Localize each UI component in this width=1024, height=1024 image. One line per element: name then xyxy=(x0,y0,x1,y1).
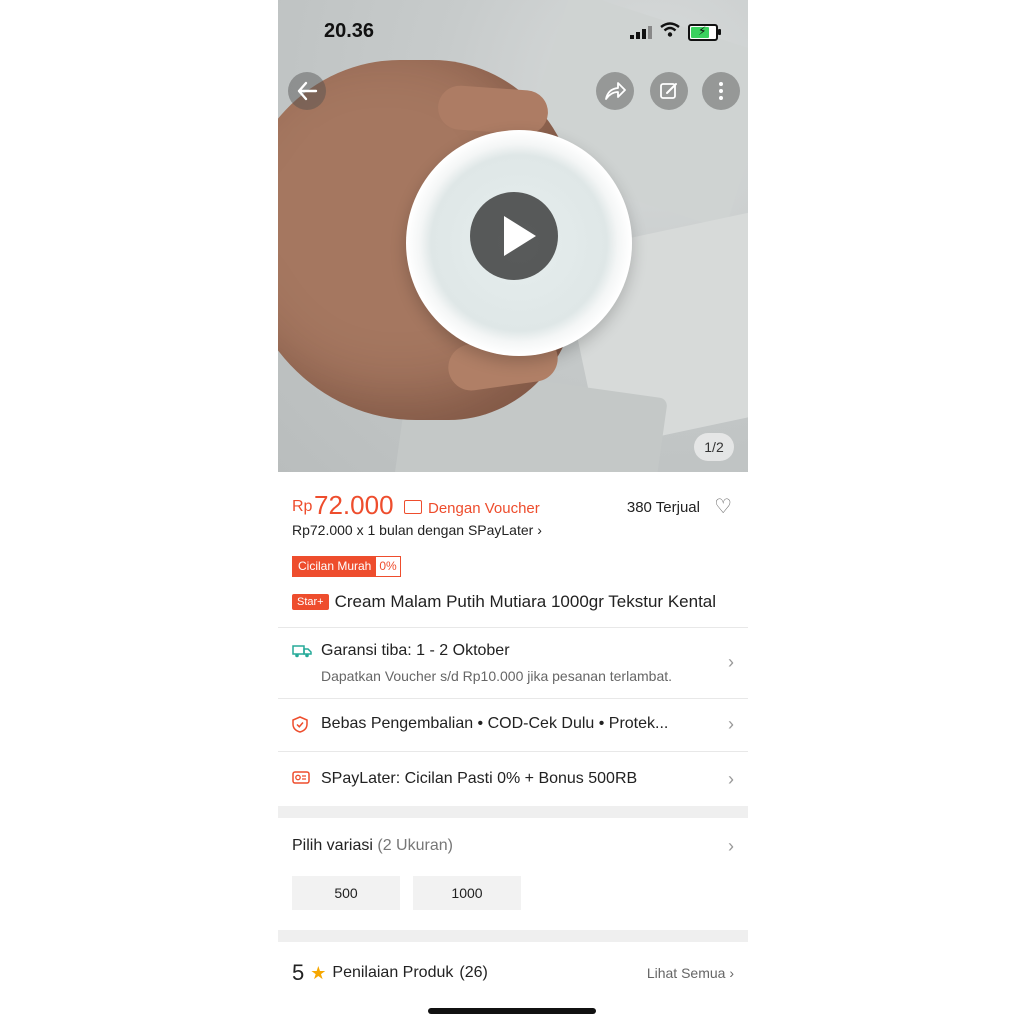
shipping-guarantee: Garansi tiba: 1 - 2 Oktober xyxy=(321,642,510,659)
shield-icon xyxy=(292,716,308,737)
see-all-reviews-link[interactable]: Lihat Semua › xyxy=(647,965,734,981)
installment-badge-label: Cicilan Murah xyxy=(293,557,377,576)
home-indicator xyxy=(428,1008,596,1014)
heart-icon[interactable]: ♡ xyxy=(714,494,732,519)
spaylater-promo-row[interactable]: SPayLater: Cicilan Pasti 0% + Bonus 500R… xyxy=(278,752,748,806)
truck-icon xyxy=(292,644,312,662)
price-row: Rp 72.000 Dengan Voucher 380 Terjual ♡ xyxy=(292,490,736,520)
chevron-right-icon: › xyxy=(728,769,734,789)
rating-label: Penilaian Produk xyxy=(332,964,454,981)
price: 72.000 xyxy=(314,490,394,520)
back-arrow-icon[interactable] xyxy=(288,72,326,110)
product-title-row: Star+ Cream Malam Putih Mutiara 1000gr T… xyxy=(292,592,716,612)
shipping-voucher-note: Dapatkan Voucher s/d Rp10.000 jika pesan… xyxy=(321,668,673,684)
chevron-right-icon[interactable]: › xyxy=(728,836,734,857)
see-all-label: Lihat Semua xyxy=(646,965,726,981)
sold-count: 380 Terjual xyxy=(626,499,700,516)
section-gap xyxy=(278,806,748,818)
product-title: Cream Malam Putih Mutiara 1000gr Tekstur… xyxy=(334,592,717,611)
guarantees-text: Bebas Pengembalian • COD-Cek Dulu • Prot… xyxy=(321,715,669,732)
status-icons: ⚡ xyxy=(630,22,721,42)
share-icon[interactable] xyxy=(596,72,634,110)
spaylater-brand: SPayLater xyxy=(467,522,534,538)
star-icon: ★ xyxy=(310,962,327,983)
variation-option-1000[interactable]: 1000 xyxy=(413,876,521,910)
chevron-right-icon: › xyxy=(537,522,542,538)
currency-label: Rp xyxy=(292,498,313,515)
variation-option-500[interactable]: 500 xyxy=(292,876,400,910)
variation-count: (2 Ukuran) xyxy=(377,837,453,854)
product-page: 20.36 ⚡ 1/2 Rp 72.000 Dengan Voucher 380… xyxy=(278,0,748,1024)
edit-icon[interactable] xyxy=(650,72,688,110)
variation-selector[interactable]: Pilih variasi (2 Ukuran) xyxy=(292,837,453,855)
rating-count: (26) xyxy=(459,964,488,981)
star-plus-badge: Star+ xyxy=(292,594,329,610)
battery-icon: ⚡ xyxy=(688,23,721,41)
section-gap xyxy=(278,930,748,942)
rating-row: 5 ★ Penilaian Produk (26) xyxy=(292,960,488,986)
installment-badge-rate: 0% xyxy=(376,557,400,576)
rating-score: 5 xyxy=(292,960,305,985)
spaylater-promo-text: SPayLater: Cicilan Pasti 0% + Bonus 500R… xyxy=(321,770,638,787)
spaylater-prefix: Rp72.000 x 1 bulan dengan xyxy=(292,522,468,538)
play-icon[interactable] xyxy=(470,192,558,280)
chevron-right-icon: › xyxy=(728,714,734,734)
media-counter: 1/2 xyxy=(694,433,734,461)
spaylater-installment[interactable]: Rp72.000 x 1 bulan dengan SPayLater › xyxy=(292,522,542,538)
chevron-right-icon: › xyxy=(729,965,734,981)
product-media[interactable]: 20.36 ⚡ 1/2 xyxy=(278,0,748,472)
shipping-row[interactable]: Garansi tiba: 1 - 2 Oktober Dapatkan Vou… xyxy=(278,628,748,698)
signal-icon xyxy=(630,25,652,39)
spaylater-icon xyxy=(292,770,310,789)
status-time: 20.36 xyxy=(324,20,375,42)
more-icon[interactable] xyxy=(702,72,740,110)
installment-badge: Cicilan Murah 0% xyxy=(292,556,401,577)
chevron-right-icon: › xyxy=(728,652,734,672)
voucher-label[interactable]: Dengan Voucher xyxy=(428,500,540,517)
wifi-icon xyxy=(660,22,680,42)
guarantees-row[interactable]: Bebas Pengembalian • COD-Cek Dulu • Prot… xyxy=(278,699,748,751)
variation-label: Pilih variasi xyxy=(292,837,373,854)
finger-image xyxy=(436,84,550,136)
voucher-icon xyxy=(404,500,422,514)
